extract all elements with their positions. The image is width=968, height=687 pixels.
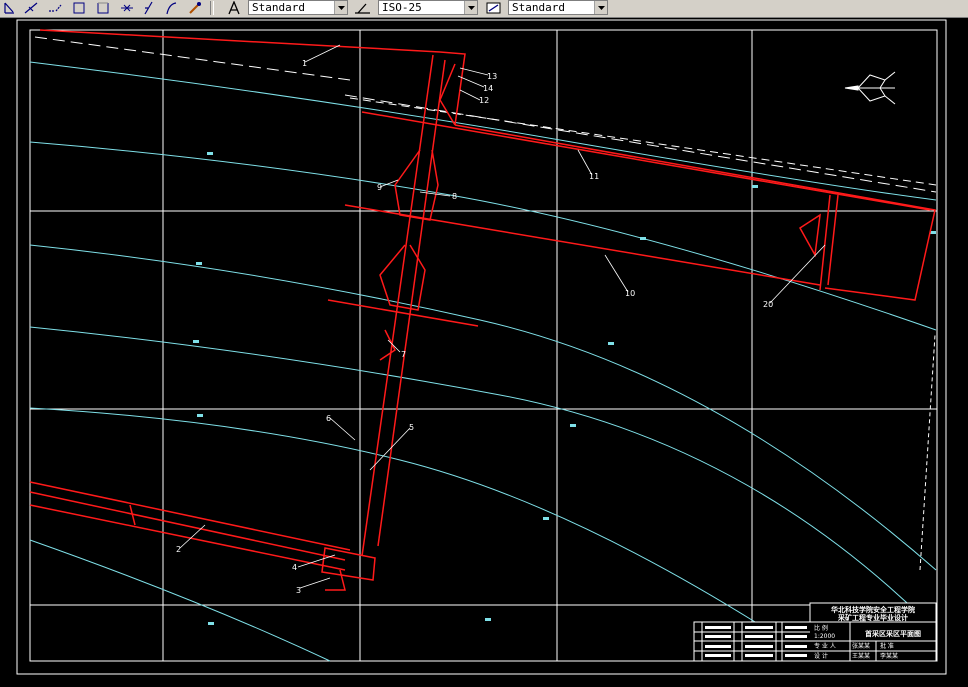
row-value-design: 张某某 [852,642,870,650]
dim-linear-icon[interactable] [0,0,18,16]
callout-12: 12 [479,96,489,105]
table-style-select[interactable]: Standard [508,0,608,15]
callout-4: 4 [292,563,297,572]
coordinate-grid [30,30,937,661]
callout-2: 2 [176,545,181,554]
callout-8: 8 [452,192,457,201]
callout-20: 20 [763,300,773,309]
callout-labels: 1 2 3 4 5 6 7 8 9 10 11 12 13 14 20 [176,59,773,595]
roadway-network [29,29,936,591]
dim-style-select[interactable]: ISO-25 [378,0,478,15]
callout-14: 14 [483,84,493,93]
callout-6: 6 [326,414,331,423]
row-label-approve: 批 准 [880,642,894,650]
drawing-canvas[interactable]: 1 2 3 4 5 6 7 8 9 10 11 12 13 14 20 华北科技… [0,17,968,687]
leader-lines [179,44,826,589]
row-value-review: 王某某 [852,653,870,660]
scale-label: 比 例 [814,624,828,632]
inner-frame [29,29,938,662]
dim-style-value: ISO-25 [382,1,422,14]
chevron-down-icon[interactable] [464,1,477,14]
callout-13: 13 [487,72,497,81]
dim-continue-icon[interactable] [186,0,204,16]
table-style-value: Standard [512,1,565,14]
title-project: 采矿工程专业毕业设计 [837,613,908,622]
callout-5: 5 [409,423,414,432]
callout-3: 3 [296,586,301,595]
row-label-design: 设 计 [814,652,828,660]
fault-lines [34,36,937,193]
dim-baseline-icon[interactable] [162,0,180,16]
dim-ordinate-icon[interactable] [46,0,64,16]
outer-frame [16,19,947,675]
major-label: 专 业 人 [814,642,836,650]
chevron-down-icon[interactable] [594,1,607,14]
table-style-icon[interactable] [485,0,503,16]
north-arrow-icon [844,71,896,105]
callout-1: 1 [302,59,307,68]
callout-9: 9 [377,183,382,192]
callout-10: 10 [625,289,635,298]
dim-aligned-icon[interactable] [22,0,40,16]
dim-quick-icon[interactable] [140,0,158,16]
text-style-value: Standard [252,1,305,14]
row-value-approve: 李某某 [880,652,898,660]
dim-angular-icon[interactable] [118,0,136,16]
text-style-select[interactable]: Standard [248,0,348,15]
callout-11: 11 [589,172,599,181]
title-block: 华北科技学院安全工程学院 采矿工程专业毕业设计 比 例 1:2000 专 业 人… [693,602,937,662]
text-style-icon[interactable] [226,0,244,16]
chevron-down-icon[interactable] [334,1,347,14]
contour-lines [29,61,937,662]
mine-plan-drawing: 1 2 3 4 5 6 7 8 9 10 11 12 13 14 20 华北科技… [16,19,947,675]
dim-diameter-icon[interactable] [94,0,112,16]
callout-7: 7 [401,350,406,359]
drawing-title: 首采区采区平面图 [865,629,921,638]
scale-value: 1:2000 [814,633,835,640]
contour-markers [193,152,936,625]
dimension-toolbar: Standard ISO-25 Standard [0,0,968,18]
toolbar-separator [210,1,214,15]
title-school: 华北科技学院安全工程学院 [831,605,915,614]
dim-style-icon[interactable] [354,0,372,16]
dim-radius-icon[interactable] [70,0,88,16]
